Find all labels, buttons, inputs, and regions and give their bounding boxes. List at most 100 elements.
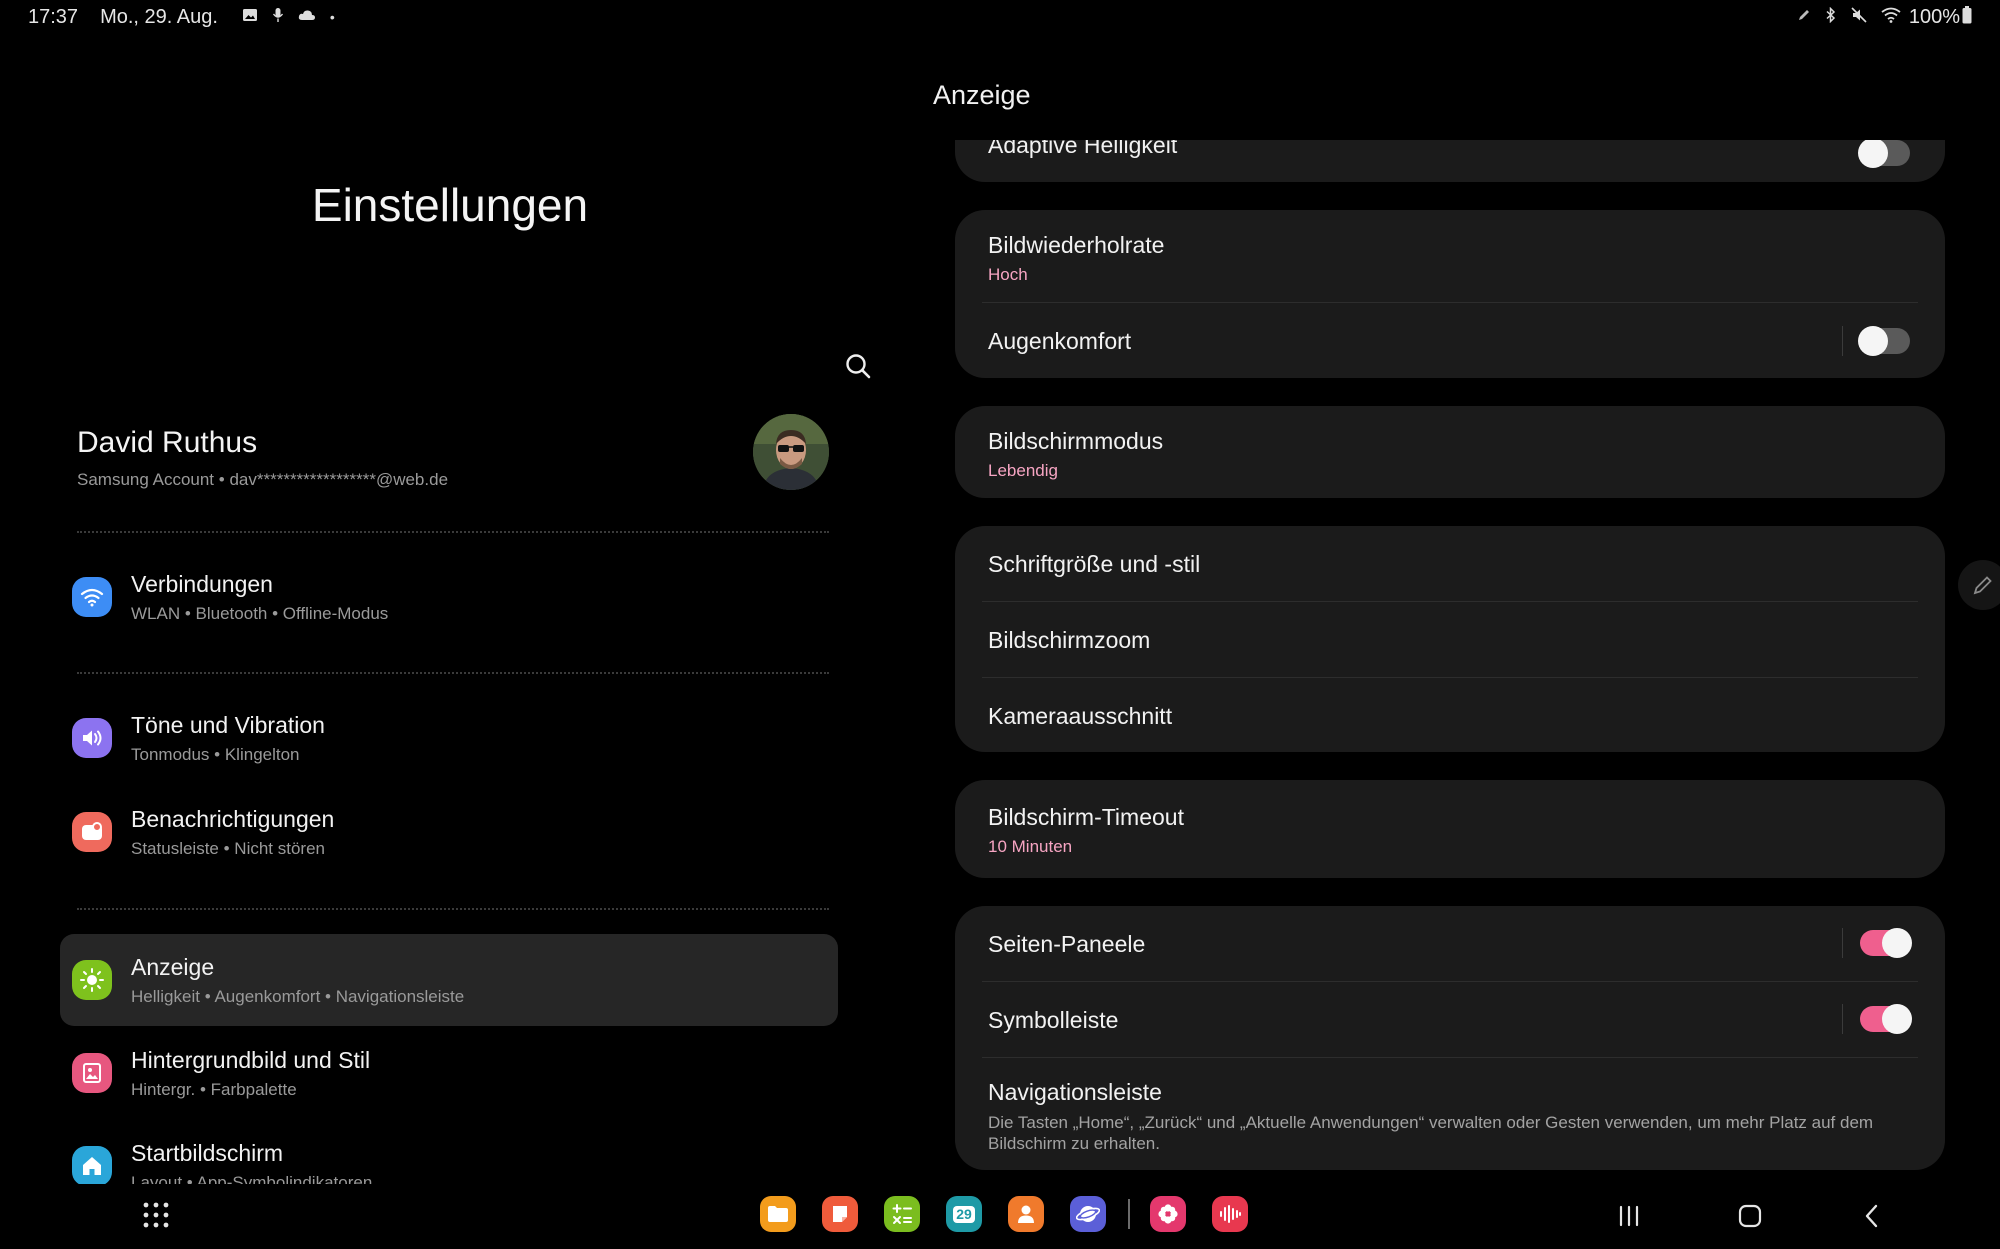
screen-zoom-row[interactable]: Bildschirmzoom xyxy=(988,627,1912,654)
eye-comfort-row[interactable]: Augenkomfort xyxy=(988,328,1912,355)
back-button[interactable] xyxy=(1852,1198,1892,1234)
internet-app-icon[interactable] xyxy=(1070,1196,1106,1232)
settings-list-pane: Einstellungen David Ruthus Samsung Accou… xyxy=(0,34,900,1184)
separator-dot: • xyxy=(209,744,225,764)
screen-zoom-title: Bildschirmzoom xyxy=(988,627,1151,653)
navigation-bar-description: Die Tasten „Home“, „Zurück“ und „Aktuell… xyxy=(988,1113,1874,1153)
recent-apps-icon xyxy=(1619,1205,1639,1227)
adaptive-brightness-toggle[interactable] xyxy=(1858,140,1910,168)
row-divider xyxy=(982,1057,1918,1058)
row-divider xyxy=(982,601,1918,602)
contacts-app-icon[interactable] xyxy=(1008,1196,1044,1232)
font-size-title: Schriftgröße und -stil xyxy=(988,551,1201,577)
display-settings-pane: Adaptive Helligkeit Bildwiederholrate Ho… xyxy=(955,140,1945,1170)
menu-item-subtitle: Helligkeit • Augenkomfort • Navigationsl… xyxy=(131,987,464,1007)
menu-item-hintergrundbild-und-stil[interactable]: Hintergrundbild und Stil Hintergr. • Far… xyxy=(60,1027,838,1119)
screen-timeout-title: Bildschirm-Timeout xyxy=(988,804,1184,830)
pencil-icon xyxy=(1973,576,1992,595)
menu-item-sub: Tonmodus xyxy=(131,744,210,764)
refresh-rate-title: Bildwiederholrate xyxy=(988,232,1165,258)
menu-item-text: Benachrichtigungen Statusleiste • Nicht … xyxy=(131,806,334,859)
card-screen-timeout: Bildschirm-Timeout 10 Minuten xyxy=(955,780,1945,878)
pen-icon xyxy=(1797,8,1811,27)
divider xyxy=(77,908,829,910)
wifi-icon xyxy=(72,577,112,617)
menu-item-title: Töne und Vibration xyxy=(131,711,325,738)
voice-recorder-app-icon[interactable] xyxy=(1212,1196,1248,1232)
menu-item-startbildschirm[interactable]: Startbildschirm Layout • App-Symbolindik… xyxy=(60,1120,838,1184)
home-button[interactable] xyxy=(1730,1198,1770,1234)
search-button[interactable] xyxy=(838,346,878,386)
calendar-day: 29 xyxy=(953,1205,975,1223)
separator-dot: • xyxy=(199,986,215,1006)
camera-cutout-title: Kameraausschnitt xyxy=(988,703,1173,729)
card-font-zoom-camera: Schriftgröße und -stil Bildschirmzoom Ka… xyxy=(955,526,1945,752)
wifi-status-icon xyxy=(1881,7,1901,28)
gallery-notification-icon xyxy=(242,7,258,28)
eye-comfort-toggle[interactable] xyxy=(1858,326,1910,356)
separator-dot: • xyxy=(218,470,230,489)
gallery-app-icon[interactable] xyxy=(1150,1196,1186,1232)
refresh-rate-row[interactable]: Bildwiederholrate Hoch xyxy=(988,232,1912,285)
cloud-icon xyxy=(298,8,316,27)
menu-item-title: Anzeige xyxy=(131,953,215,980)
font-size-row[interactable]: Schriftgröße und -stil xyxy=(988,551,1912,578)
mute-icon xyxy=(1851,6,1867,28)
navigation-bar-title: Navigationsleiste xyxy=(988,1079,1162,1105)
menu-item-sub: Farbpalette xyxy=(210,1079,297,1099)
menu-item-sub: Nicht stören xyxy=(234,838,325,858)
adaptive-brightness-row[interactable]: Adaptive Helligkeit xyxy=(988,140,1912,159)
screen-mode-row[interactable]: Bildschirmmodus Lebendig xyxy=(988,428,1912,481)
sun-icon xyxy=(72,960,112,1000)
menu-item-sub: Klingelton xyxy=(224,744,300,764)
files-app-icon[interactable] xyxy=(760,1196,796,1232)
menu-item-title: Startbildschirm xyxy=(131,1139,284,1166)
menu-item-benachrichtigungen[interactable]: Benachrichtigungen Statusleiste • Nicht … xyxy=(60,786,838,878)
row-divider xyxy=(982,981,1918,982)
card-screen-mode: Bildschirmmodus Lebendig xyxy=(955,406,1945,498)
menu-item-verbindungen[interactable]: Verbindungen WLAN • Bluetooth • Offline-… xyxy=(60,551,838,643)
home-square-icon xyxy=(1738,1204,1762,1228)
menu-item-sub: Layout xyxy=(131,1172,183,1185)
calculator-app-icon[interactable] xyxy=(884,1196,920,1232)
separator-dot: • xyxy=(182,1172,197,1185)
menu-item-title: Benachrichtigungen xyxy=(131,805,335,832)
toolbar-toggle[interactable] xyxy=(1860,1004,1912,1034)
camera-cutout-row[interactable]: Kameraausschnitt xyxy=(988,703,1912,730)
menu-item-text: Verbindungen WLAN • Bluetooth • Offline-… xyxy=(131,571,388,624)
navigation-bar-row[interactable]: Navigationsleiste Die Tasten „Home“, „Zu… xyxy=(988,1079,1912,1154)
screen-timeout-value: 10 Minuten xyxy=(988,837,1073,856)
status-time: 17:37 xyxy=(28,5,79,28)
more-notifications-dot-icon: • xyxy=(329,9,335,25)
edge-panel-handle[interactable] xyxy=(1958,560,2000,610)
menu-item-toene-und-vibration[interactable]: Töne und Vibration Tonmodus • Klingelton xyxy=(60,692,838,784)
menu-item-sub: WLAN xyxy=(131,603,181,623)
menu-item-sub: Bluetooth xyxy=(195,603,268,623)
menu-item-title: Hintergrundbild und Stil xyxy=(131,1046,371,1073)
page-title: Einstellungen xyxy=(311,179,589,231)
side-panels-row[interactable]: Seiten-Paneele xyxy=(988,931,1912,958)
side-panels-toggle[interactable] xyxy=(1860,928,1912,958)
dock-separator xyxy=(1128,1199,1130,1229)
vertical-separator xyxy=(1841,326,1843,356)
toolbar-title: Symbolleiste xyxy=(988,1007,1119,1033)
recent-apps-button[interactable] xyxy=(1609,1198,1649,1234)
card-adaptive-brightness: Adaptive Helligkeit xyxy=(955,140,1945,182)
battery-percentage: 100% xyxy=(1908,5,1960,28)
screen-timeout-row[interactable]: Bildschirm-Timeout 10 Minuten xyxy=(988,804,1912,857)
menu-item-text: Hintergrundbild und Stil Hintergr. • Far… xyxy=(131,1047,370,1100)
menu-item-text: Töne und Vibration Tonmodus • Klingelton xyxy=(131,712,325,765)
app-dock: 29 xyxy=(760,1196,1274,1232)
app-drawer-button[interactable] xyxy=(141,1200,171,1230)
samsung-account-item[interactable]: David Ruthus Samsung Account • dav******… xyxy=(77,414,829,508)
notes-app-icon[interactable] xyxy=(822,1196,858,1232)
menu-item-sub: Navigationsleiste xyxy=(335,986,465,1006)
menu-item-anzeige[interactable]: Anzeige Helligkeit • Augenkomfort • Navi… xyxy=(60,934,838,1026)
menu-item-text: Anzeige Helligkeit • Augenkomfort • Navi… xyxy=(131,954,464,1007)
avatar[interactable] xyxy=(753,414,829,490)
battery-icon xyxy=(1962,5,1972,29)
card-panels-toolbar-nav: Seiten-Paneele Symbolleiste Navigationsl… xyxy=(955,906,1945,1170)
toolbar-row[interactable]: Symbolleiste xyxy=(988,1007,1912,1034)
menu-item-sub: Statusleiste xyxy=(131,838,219,858)
calendar-app-icon[interactable]: 29 xyxy=(946,1196,982,1232)
